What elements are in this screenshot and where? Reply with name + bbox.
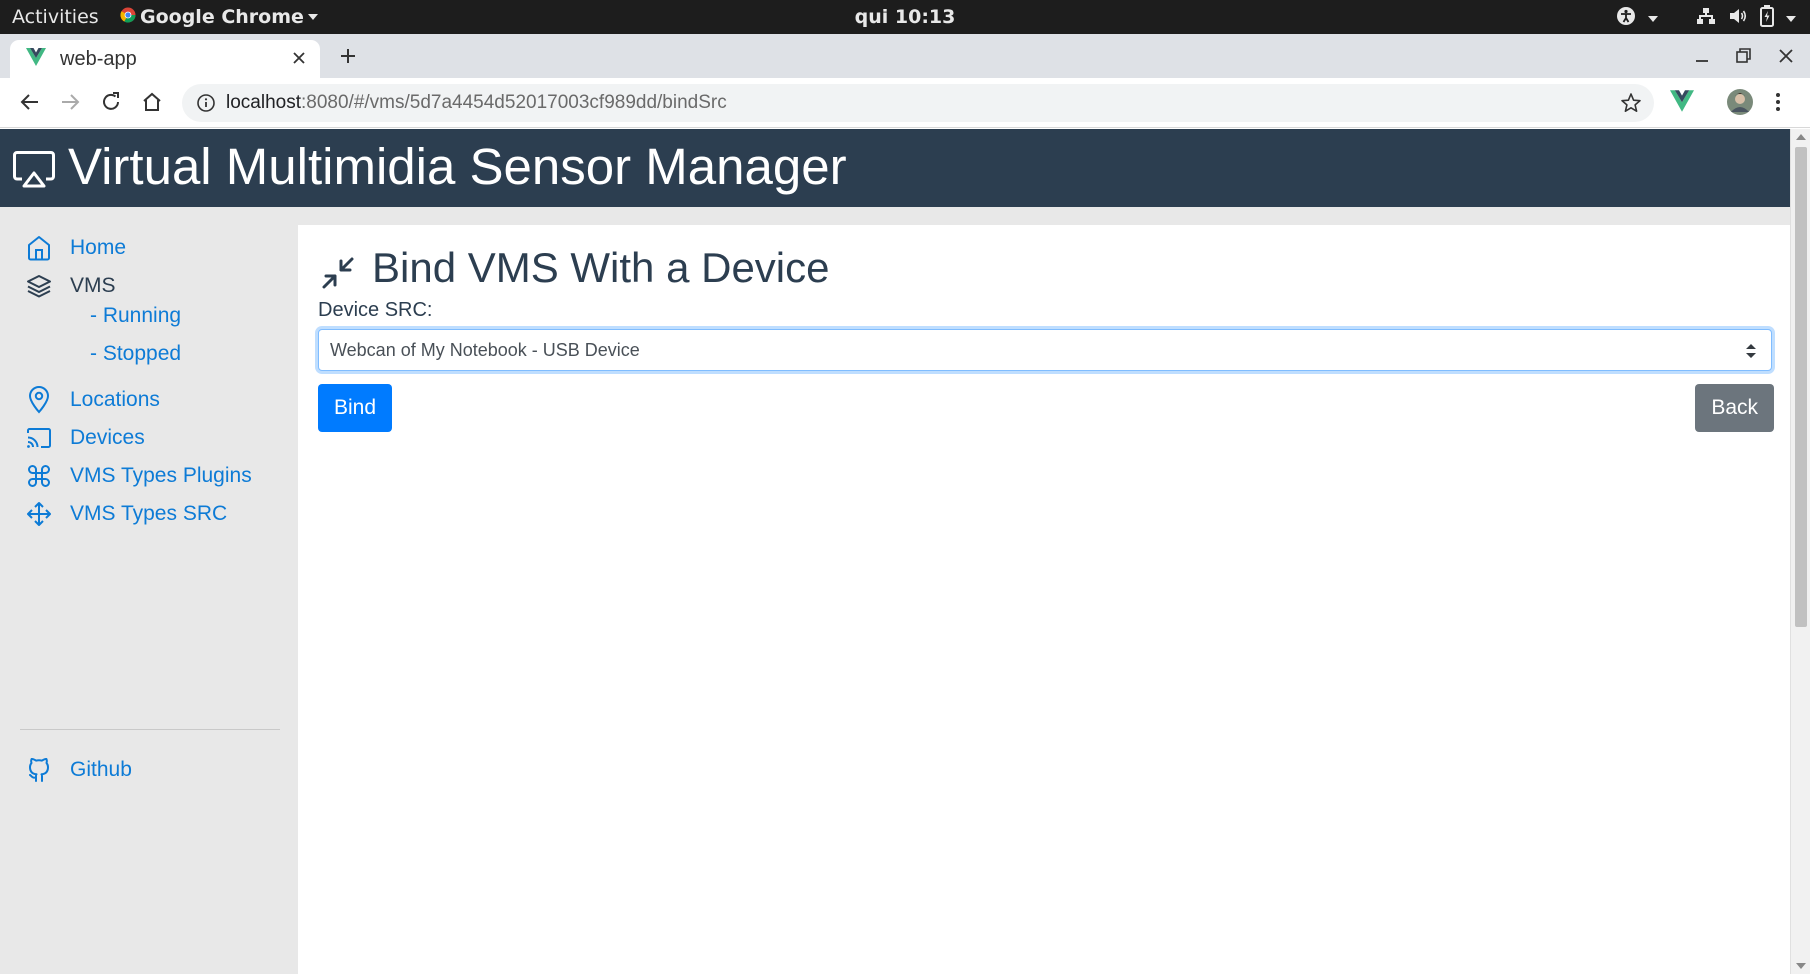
minimize-icon[interactable] [1692,46,1712,70]
chevron-down-icon [307,14,318,20]
sidebar-item-label: VMS [70,274,116,297]
chevron-down-icon [1786,15,1796,22]
url-host: localhost [226,92,301,113]
browser-toolbar: localhost:8080/#/vms/5d7a4454d52017003cf… [0,78,1810,128]
sidebar-item-label: VMS Types Plugins [70,464,252,487]
sidebar-item-label: Home [70,236,127,259]
sidebar-item-github[interactable]: Github [24,755,132,785]
chrome-logo-icon [120,6,136,28]
scroll-up-arrow-icon[interactable] [1796,134,1806,140]
network-icon[interactable] [1696,6,1716,31]
command-icon [24,461,54,491]
close-tab-icon[interactable] [290,49,308,71]
header-divider [0,207,1790,225]
web-page: Virtual Multimidia Sensor Manager Home V… [0,129,1810,974]
sidebar-item-locations[interactable]: Locations [24,385,160,415]
home-icon[interactable] [140,90,164,118]
restore-icon[interactable] [1733,46,1753,70]
device-src-select[interactable]: Webcan of My Notebook - USB Device [318,329,1772,371]
app-menu[interactable]: Google Chrome [120,6,318,28]
select-arrows-icon [1745,342,1757,364]
url-path: :8080/#/vms/5d7a4454d52017003cf989dd/bin… [301,92,727,113]
bind-button[interactable]: Bind [318,384,393,432]
sidebar-item-label: VMS Types SRC [70,502,228,525]
forward-arrow-icon[interactable] [58,90,82,118]
chevron-down-icon [1648,15,1658,22]
layers-icon [24,271,54,301]
vue-devtools-extension-icon[interactable] [1670,90,1694,116]
sidebar-divider [20,729,280,730]
sidebar-subitem-stopped[interactable]: - Stopped [90,342,181,366]
accessibility-icon[interactable] [1616,6,1636,31]
app-name: Google Chrome [140,6,304,28]
bookmark-star-icon[interactable] [1620,92,1642,118]
tab-title: web-app [60,47,137,70]
chrome-menu-icon[interactable] [1774,90,1782,118]
sidebar-subitem-running[interactable]: - Running [90,304,181,328]
scroll-down-arrow-icon[interactable] [1796,963,1806,969]
move-arrows-icon [24,499,54,529]
app-title: Virtual Multimidia Sensor Manager [68,138,847,195]
new-tab-icon[interactable] [338,46,358,70]
browser-tab[interactable]: web-app [10,40,320,78]
site-info-icon[interactable] [196,93,216,117]
cast-icon [24,423,54,453]
sidebar-item-devices[interactable]: Devices [24,423,145,453]
cast-screen-icon [12,149,56,193]
profile-avatar[interactable] [1726,88,1754,120]
scrollbar-thumb[interactable] [1795,147,1807,627]
minimize-arrows-icon [320,255,356,295]
clock[interactable]: qui 10:13 [855,6,956,28]
app-header: Virtual Multimidia Sensor Manager [0,129,1790,207]
close-window-icon[interactable] [1776,46,1796,70]
device-src-label: Device SRC: [318,299,433,321]
page-title: Bind VMS With a Device [372,244,830,291]
sidebar-item-vms-types-src[interactable]: VMS Types SRC [24,499,227,529]
battery-icon[interactable] [1760,5,1774,32]
back-arrow-icon[interactable] [18,90,42,118]
sidebar-item-home[interactable]: Home [24,233,126,263]
reload-icon[interactable] [99,90,123,118]
home-icon [24,233,54,263]
url-text: localhost:8080/#/vms/5d7a4454d52017003cf… [226,92,727,114]
sidebar-item-label: Devices [70,426,145,449]
map-pin-icon [24,385,54,415]
address-bar[interactable]: localhost:8080/#/vms/5d7a4454d52017003cf… [182,84,1654,122]
back-button[interactable]: Back [1695,384,1774,432]
activities-button[interactable]: Activities [12,6,99,28]
sidebar-item-vms-types-plugins[interactable]: VMS Types Plugins [24,461,252,491]
system-tray[interactable] [1616,5,1796,32]
browser-tab-strip: web-app [0,34,1810,78]
sidebar-item-label: Github [70,758,132,781]
sidebar-item-vms[interactable]: VMS [24,271,116,301]
system-top-bar: Activities Google Chrome qui 10:13 [0,0,1810,34]
sidebar-item-label: Locations [70,388,160,411]
page-scrollbar[interactable] [1790,129,1810,974]
github-icon [24,755,54,785]
selected-device: Webcan of My Notebook - USB Device [330,340,640,360]
main-content: Bind VMS With a Device Device SRC: Webca… [298,225,1790,974]
volume-icon[interactable] [1728,6,1748,31]
sidebar-nav: Home VMS - Running - Stopped Locations D… [0,225,298,974]
vue-logo-icon [26,48,46,70]
